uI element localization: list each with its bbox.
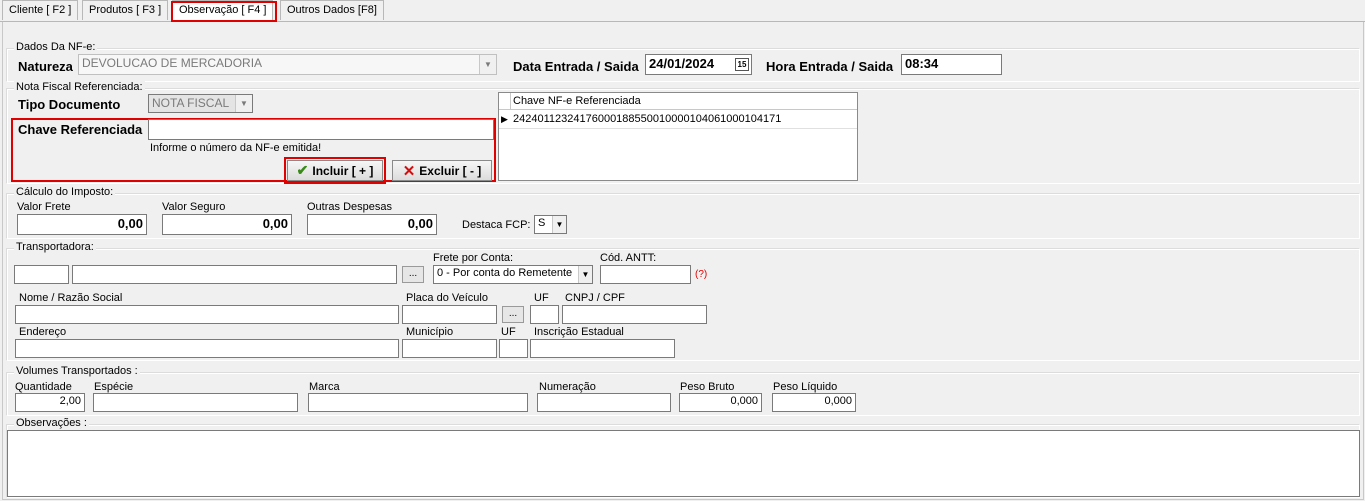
- frete-input[interactable]: 0,00: [17, 214, 147, 235]
- cnpj-cpf-label: CNPJ / CPF: [565, 292, 625, 304]
- razao-social-label: Nome / Razão Social: [19, 292, 123, 304]
- especie-label: Espécie: [94, 381, 134, 393]
- razao-social-input[interactable]: [15, 305, 399, 324]
- tipo-documento-value: NOTA FISCAL: [152, 96, 230, 110]
- chave-grid[interactable]: Chave NF-e Referenciada ▶ 24240112324176…: [498, 92, 858, 181]
- seguro-label: Valor Seguro: [162, 201, 226, 213]
- grid-header-label: Chave NF-e Referenciada: [513, 95, 641, 107]
- ref-section-title: Nota Fiscal Referenciada:: [14, 81, 145, 93]
- highlight-tab-observacao: [171, 1, 277, 22]
- placa-label: Placa do Veículo: [406, 292, 488, 304]
- data-value: 24/01/2024: [649, 56, 715, 71]
- outras-despesas-input[interactable]: 0,00: [307, 214, 437, 235]
- seguro-input[interactable]: 0,00: [162, 214, 292, 235]
- uf-label: UF: [534, 292, 549, 304]
- chevron-down-icon[interactable]: ▼: [235, 95, 252, 112]
- row-pointer-icon: ▶: [501, 114, 508, 124]
- hora-label: Hora Entrada / Saida: [766, 59, 894, 74]
- observacoes-section-title: Observações :: [14, 417, 89, 429]
- volumes-section-title: Volumes Transportados :: [14, 365, 140, 377]
- marca-input[interactable]: [308, 393, 528, 412]
- tab-cliente[interactable]: Cliente [ F2 ]: [2, 0, 79, 20]
- tipo-documento-select[interactable]: NOTA FISCAL ▼: [148, 94, 253, 113]
- frete-conta-label: Frete por Conta:: [433, 252, 514, 264]
- chevron-down-icon[interactable]: ▼: [578, 266, 592, 283]
- fcp-value: S: [538, 217, 546, 229]
- tab-produtos[interactable]: Produtos [ F3 ]: [82, 0, 169, 20]
- data-input[interactable]: 24/01/2024 15: [645, 54, 752, 75]
- chave-referenciada-input[interactable]: [148, 119, 494, 140]
- quantidade-input[interactable]: 2,00: [15, 393, 85, 412]
- chevron-down-icon[interactable]: ▼: [552, 216, 566, 233]
- inscricao-estadual-input[interactable]: [530, 339, 675, 358]
- endereco-label: Endereço: [19, 326, 67, 338]
- uf-input[interactable]: [530, 305, 559, 324]
- quantidade-label: Quantidade: [15, 381, 72, 393]
- chave-referenciada-label: Chave Referenciada: [18, 122, 143, 137]
- natureza-label: Natureza: [18, 59, 73, 74]
- frete-conta-select[interactable]: 0 - Por conta do Remetente ▼: [433, 265, 593, 284]
- uf2-input[interactable]: [499, 339, 528, 358]
- observacoes-textarea[interactable]: [7, 430, 1360, 497]
- peso-bruto-input[interactable]: 0,000: [679, 393, 762, 412]
- frete-conta-value: 0 - Por conta do Remetente: [437, 267, 573, 279]
- natureza-value: DEVOLUCAO DE MERCADORIA: [82, 56, 263, 70]
- peso-liquido-label: Peso Líquido: [773, 381, 838, 393]
- transportadora-search-button[interactable]: ...: [402, 266, 424, 283]
- especie-input[interactable]: [93, 393, 298, 412]
- grid-row[interactable]: ▶ 24240112324176000188550010000104061000…: [499, 111, 857, 129]
- fcp-select[interactable]: S ▼: [534, 215, 567, 234]
- antt-help-icon[interactable]: (?): [695, 269, 707, 280]
- excluir-button[interactable]: ✕ Excluir [ - ]: [392, 160, 492, 181]
- antt-label: Cód. ANTT:: [600, 252, 657, 264]
- x-icon: ✕: [402, 162, 416, 180]
- peso-liquido-input[interactable]: 0,000: [772, 393, 856, 412]
- hora-input[interactable]: 08:34: [901, 54, 1002, 75]
- chevron-down-icon[interactable]: ▼: [479, 55, 496, 74]
- transportadora-codigo-input[interactable]: [14, 265, 69, 284]
- numeracao-label: Numeração: [539, 381, 596, 393]
- transportadora-section-title: Transportadora:: [14, 241, 96, 253]
- placa-search-button[interactable]: ...: [502, 306, 524, 323]
- marca-label: Marca: [309, 381, 340, 393]
- endereco-input[interactable]: [15, 339, 399, 358]
- nfe-section-title: Dados Da NF-e:: [14, 41, 98, 53]
- grid-header: Chave NF-e Referenciada: [499, 93, 857, 110]
- municipio-label: Município: [406, 326, 454, 338]
- uf2-label: UF: [501, 326, 516, 338]
- grid-cell-chave: 2424011232417600018855001000010406100010…: [513, 113, 782, 125]
- imposto-section-title: Cálculo do Imposto:: [14, 186, 116, 198]
- fcp-label: Destaca FCP:: [462, 219, 531, 231]
- numeracao-input[interactable]: [537, 393, 671, 412]
- antt-input[interactable]: [600, 265, 691, 284]
- transportadora-nome-input[interactable]: [72, 265, 397, 284]
- cnpj-cpf-input[interactable]: [562, 305, 707, 324]
- highlight-incluir-button: [284, 157, 386, 184]
- data-label: Data Entrada / Saida: [513, 59, 639, 74]
- chave-hint: Informe o número da NF-e emitida!: [150, 142, 322, 154]
- natureza-select[interactable]: DEVOLUCAO DE MERCADORIA ▼: [78, 54, 497, 75]
- grid-indicator-header: [499, 93, 511, 110]
- tab-outros-dados[interactable]: Outros Dados [F8]: [280, 0, 384, 20]
- municipio-input[interactable]: [402, 339, 497, 358]
- excluir-label: Excluir [ - ]: [419, 163, 482, 178]
- placa-input[interactable]: [402, 305, 497, 324]
- tipo-documento-label: Tipo Documento: [18, 97, 121, 112]
- calendar-icon[interactable]: 15: [735, 58, 749, 71]
- frete-label: Valor Frete: [17, 201, 71, 213]
- peso-bruto-label: Peso Bruto: [680, 381, 735, 393]
- outras-despesas-label: Outras Despesas: [307, 201, 392, 213]
- inscricao-estadual-label: Inscrição Estadual: [534, 326, 624, 338]
